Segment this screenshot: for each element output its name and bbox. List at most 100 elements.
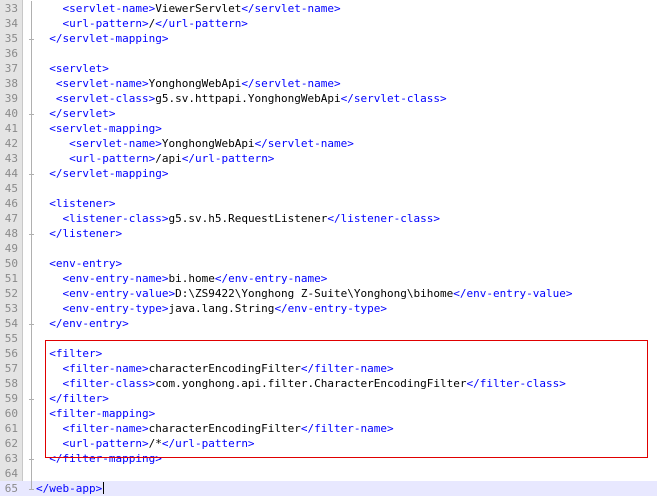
xml-tag: <filter> <box>49 347 103 360</box>
xml-text: g5.sv.h5.RequestListener <box>168 212 328 225</box>
xml-tag: </servlet> <box>49 107 116 120</box>
code-line[interactable]: 46 <listener> <box>0 196 657 211</box>
xml-tag: </filter-class> <box>466 377 566 390</box>
line-number: 35 <box>4 32 18 45</box>
code-editor[interactable]: 33 <servlet-name>ViewerServlet</servlet-… <box>0 0 657 496</box>
code-line[interactable]: 43 <url-pattern>/api</url-pattern> <box>0 151 657 166</box>
xml-text: com.yonghong.api.filter.CharacterEncodin… <box>155 377 467 390</box>
code-line[interactable]: 45 <box>0 181 657 196</box>
xml-tag: <filter-class> <box>62 377 156 390</box>
line-code: <listener> <box>36 196 115 211</box>
xml-text: YonghongWebApi <box>161 137 255 150</box>
code-line[interactable]: 53 <env-entry-type>java.lang.String</env… <box>0 301 657 316</box>
code-line[interactable]: 54 </env-entry> <box>0 316 657 331</box>
xml-tag: </web-app> <box>36 482 103 495</box>
code-line[interactable]: 65 </web-app> <box>0 481 657 496</box>
line-code: </servlet> <box>36 106 115 121</box>
line-code: </listener> <box>36 226 122 241</box>
line-code: </servlet-mapping> <box>36 31 168 46</box>
code-line[interactable]: 58 <filter-class>com.yonghong.api.filter… <box>0 376 657 391</box>
xml-tag: </servlet-mapping> <box>49 167 169 180</box>
code-line[interactable]: 50 <env-entry> <box>0 256 657 271</box>
code-line[interactable]: 64 <box>0 466 657 481</box>
xml-tag: <url-pattern> <box>69 152 156 165</box>
code-line[interactable]: 40 </servlet> <box>0 106 657 121</box>
line-number: 62 <box>4 437 18 450</box>
line-number: 56 <box>4 347 18 360</box>
code-line[interactable]: 33 <servlet-name>ViewerServlet</servlet-… <box>0 1 657 16</box>
code-line[interactable]: 63 </filter-mapping> <box>0 451 657 466</box>
xml-tag: <url-pattern> <box>62 437 149 450</box>
fold-end-marker <box>29 489 34 490</box>
line-code: <servlet-name>YonghongWebApi</servlet-na… <box>36 136 354 151</box>
xml-text: ViewerServlet <box>155 2 242 15</box>
code-line[interactable]: 56 <filter> <box>0 346 657 361</box>
xml-text: characterEncodingFilter <box>148 422 301 435</box>
line-number: 65 <box>4 482 18 495</box>
code-line[interactable]: 49 <box>0 241 657 256</box>
code-line[interactable]: 48 </listener> <box>0 226 657 241</box>
xml-tag: </env-entry> <box>49 317 129 330</box>
fold-end-marker <box>29 114 34 115</box>
xml-tag: <filter-mapping> <box>49 407 156 420</box>
code-line[interactable]: 38 <servlet-name>YonghongWebApi</servlet… <box>0 76 657 91</box>
line-code: </env-entry> <box>36 316 129 331</box>
line-number: 36 <box>4 47 18 60</box>
xml-tag: </url-pattern> <box>155 17 248 30</box>
code-line[interactable]: 62 <url-pattern>/*</url-pattern> <box>0 436 657 451</box>
fold-end-marker <box>29 39 34 40</box>
xml-text: bi.home <box>168 272 215 285</box>
code-line[interactable]: 61 <filter-name>characterEncodingFilter<… <box>0 421 657 436</box>
line-code: </web-app> <box>36 481 105 496</box>
line-number: 45 <box>4 182 18 195</box>
fold-end-marker <box>29 459 34 460</box>
code-line[interactable]: 57 <filter-name>characterEncodingFilter<… <box>0 361 657 376</box>
line-code: <filter-name>characterEncodingFilter</fi… <box>36 361 394 376</box>
code-line[interactable]: 51 <env-entry-name>bi.home</env-entry-na… <box>0 271 657 286</box>
xml-tag: </url-pattern> <box>161 437 255 450</box>
line-code: <listener-class>g5.sv.h5.RequestListener… <box>36 211 441 226</box>
xml-tag: </servlet-name> <box>254 137 354 150</box>
code-line[interactable]: 52 <env-entry-value>D:\ZS9422\Yonghong Z… <box>0 286 657 301</box>
fold-end-marker <box>29 234 34 235</box>
code-line[interactable]: 44 </servlet-mapping> <box>0 166 657 181</box>
code-line[interactable]: 59 </filter> <box>0 391 657 406</box>
line-number: 63 <box>4 452 18 465</box>
line-number: 50 <box>4 257 18 270</box>
code-line[interactable]: 34 <url-pattern>/</url-pattern> <box>0 16 657 31</box>
xml-text: g5.sv.httpapi.YonghongWebApi <box>155 92 341 105</box>
line-number: 39 <box>4 92 18 105</box>
xml-tag: <url-pattern> <box>62 17 149 30</box>
line-code: <servlet-class>g5.sv.httpapi.YonghongWeb… <box>36 91 447 106</box>
line-number: 46 <box>4 197 18 210</box>
line-code: </filter> <box>36 391 109 406</box>
line-number: 47 <box>4 212 18 225</box>
fold-end-marker <box>29 324 34 325</box>
xml-tag: <env-entry> <box>49 257 123 270</box>
code-line[interactable]: 37 <servlet> <box>0 61 657 76</box>
xml-text: characterEncodingFilter <box>148 362 301 375</box>
xml-tag: <servlet-mapping> <box>49 122 162 135</box>
code-line[interactable]: 39 <servlet-class>g5.sv.httpapi.Yonghong… <box>0 91 657 106</box>
code-line[interactable]: 36 <box>0 46 657 61</box>
line-number: 38 <box>4 77 18 90</box>
xml-tag: </servlet-mapping> <box>49 32 169 45</box>
line-number: 34 <box>4 17 18 30</box>
code-line[interactable]: 35 </servlet-mapping> <box>0 31 657 46</box>
code-line[interactable]: 42 <servlet-name>YonghongWebApi</servlet… <box>0 136 657 151</box>
code-line[interactable]: 41 <servlet-mapping> <box>0 121 657 136</box>
line-code: <filter> <box>36 346 102 361</box>
code-line[interactable]: 55 <box>0 331 657 346</box>
code-line[interactable]: 47 <listener-class>g5.sv.h5.RequestListe… <box>0 211 657 226</box>
code-line[interactable]: 60 <filter-mapping> <box>0 406 657 421</box>
